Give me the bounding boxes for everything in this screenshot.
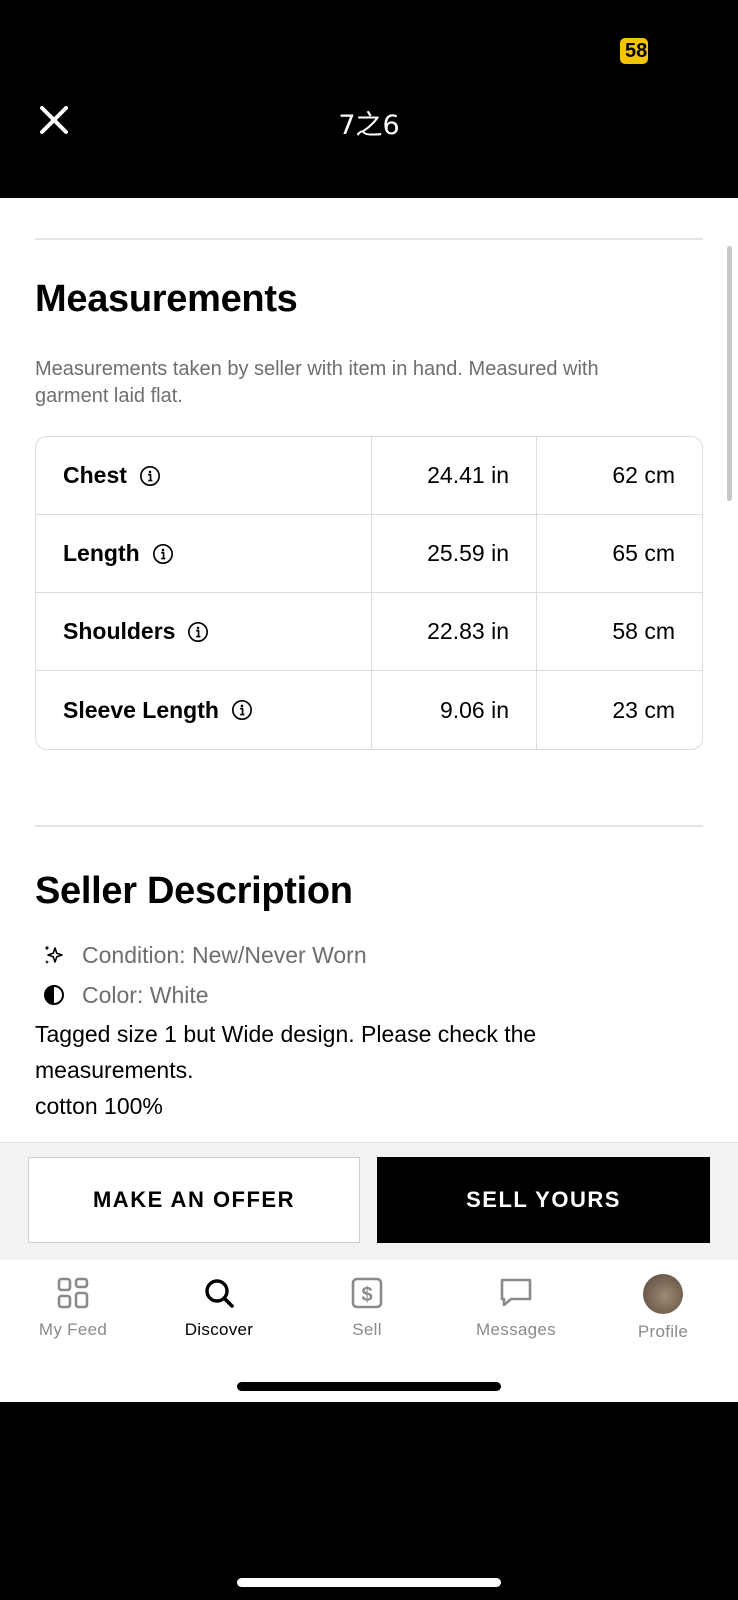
row-label-text: Length: [63, 540, 140, 566]
value-inches: 9.06 in: [372, 671, 537, 749]
tab-messages[interactable]: Messages: [451, 1274, 581, 1340]
home-indicator[interactable]: [237, 1578, 501, 1587]
tab-label: Profile: [637, 1322, 689, 1341]
row-label: Shoulders: [36, 593, 372, 670]
divider: [35, 238, 703, 240]
tab-label: My Feed: [38, 1320, 108, 1339]
table-row: Shoulders 22.83 in 58 cm: [36, 593, 702, 671]
table-row: Chest 24.41 in 62 cm: [36, 437, 702, 515]
description-text: Tagged size 1 but Wide design. Please ch…: [35, 1016, 685, 1124]
grid-icon: [57, 1277, 89, 1309]
avatar: [643, 1274, 683, 1314]
make-offer-button[interactable]: MAKE AN OFFER: [28, 1157, 360, 1243]
measurements-note: Measurements taken by seller with item i…: [35, 358, 599, 407]
tab-label: Sell: [352, 1320, 382, 1339]
tab-bar: My Feed Discover $ Sell Messages Profile: [0, 1260, 738, 1402]
info-icon[interactable]: [152, 543, 174, 565]
table-row: Sleeve Length 9.06 in 23 cm: [36, 671, 702, 749]
info-icon[interactable]: [139, 465, 161, 487]
row-label: Length: [36, 515, 372, 592]
measurements-table: Chest 24.41 in 62 cm Length 25.59 in 65 …: [35, 436, 703, 750]
value-inches: 24.41 in: [372, 437, 537, 514]
svg-text:$: $: [361, 1284, 372, 1306]
top-bar: 7之6 58: [0, 0, 738, 198]
home-indicator[interactable]: [237, 1382, 501, 1391]
description-line: cotton 100%: [35, 1093, 163, 1119]
scrollbar[interactable]: [727, 246, 732, 501]
dollar-tag-icon: $: [351, 1277, 383, 1309]
row-label-text: Shoulders: [63, 618, 176, 644]
description-line: measurements.: [35, 1057, 194, 1083]
tab-sell[interactable]: $ Sell: [302, 1274, 432, 1340]
tab-label: Messages: [476, 1320, 556, 1339]
tab-label: Discover: [184, 1320, 254, 1339]
condition-text: Condition: New/Never Worn: [82, 941, 367, 968]
sparkle-icon: [44, 945, 63, 964]
measurements-title: Measurements: [35, 278, 298, 320]
tab-discover[interactable]: Discover: [154, 1274, 284, 1340]
value-centimeters: 65 cm: [612, 540, 675, 566]
info-icon[interactable]: [231, 699, 253, 721]
tab-my-feed[interactable]: My Feed: [8, 1274, 138, 1340]
row-label: Chest: [36, 437, 372, 514]
row-label-text: Sleeve Length: [63, 696, 219, 723]
description-line: Tagged size 1 but Wide design. Please ch…: [35, 1021, 537, 1047]
divider: [35, 825, 703, 827]
value-centimeters: 58 cm: [612, 618, 675, 644]
value-centimeters: 62 cm: [612, 462, 675, 488]
status-badge: 58: [620, 38, 648, 64]
table-row: Length 25.59 in 65 cm: [36, 515, 702, 593]
row-label: Sleeve Length: [36, 671, 372, 749]
image-counter: 7之6: [338, 110, 400, 141]
search-icon: [205, 1279, 234, 1308]
message-icon: [500, 1278, 532, 1307]
listing-details-sheet[interactable]: Measurements Measurements taken by selle…: [0, 198, 738, 1402]
tab-profile[interactable]: Profile: [598, 1274, 728, 1342]
value-inches: 22.83 in: [372, 593, 537, 670]
sell-yours-button[interactable]: SELL YOURS: [377, 1157, 710, 1243]
color-attribute: Color: White: [42, 980, 209, 1010]
value-centimeters: 23 cm: [612, 696, 675, 723]
seller-description-title: Seller Description: [35, 870, 353, 912]
info-icon[interactable]: [187, 621, 209, 643]
row-label-text: Chest: [63, 462, 127, 488]
color-text: Color: White: [82, 981, 209, 1008]
contrast-icon: [44, 985, 64, 1005]
action-bar: MAKE AN OFFER SELL YOURS: [0, 1142, 738, 1260]
condition-attribute: Condition: New/Never Worn: [42, 940, 367, 970]
value-inches: 25.59 in: [372, 515, 537, 592]
